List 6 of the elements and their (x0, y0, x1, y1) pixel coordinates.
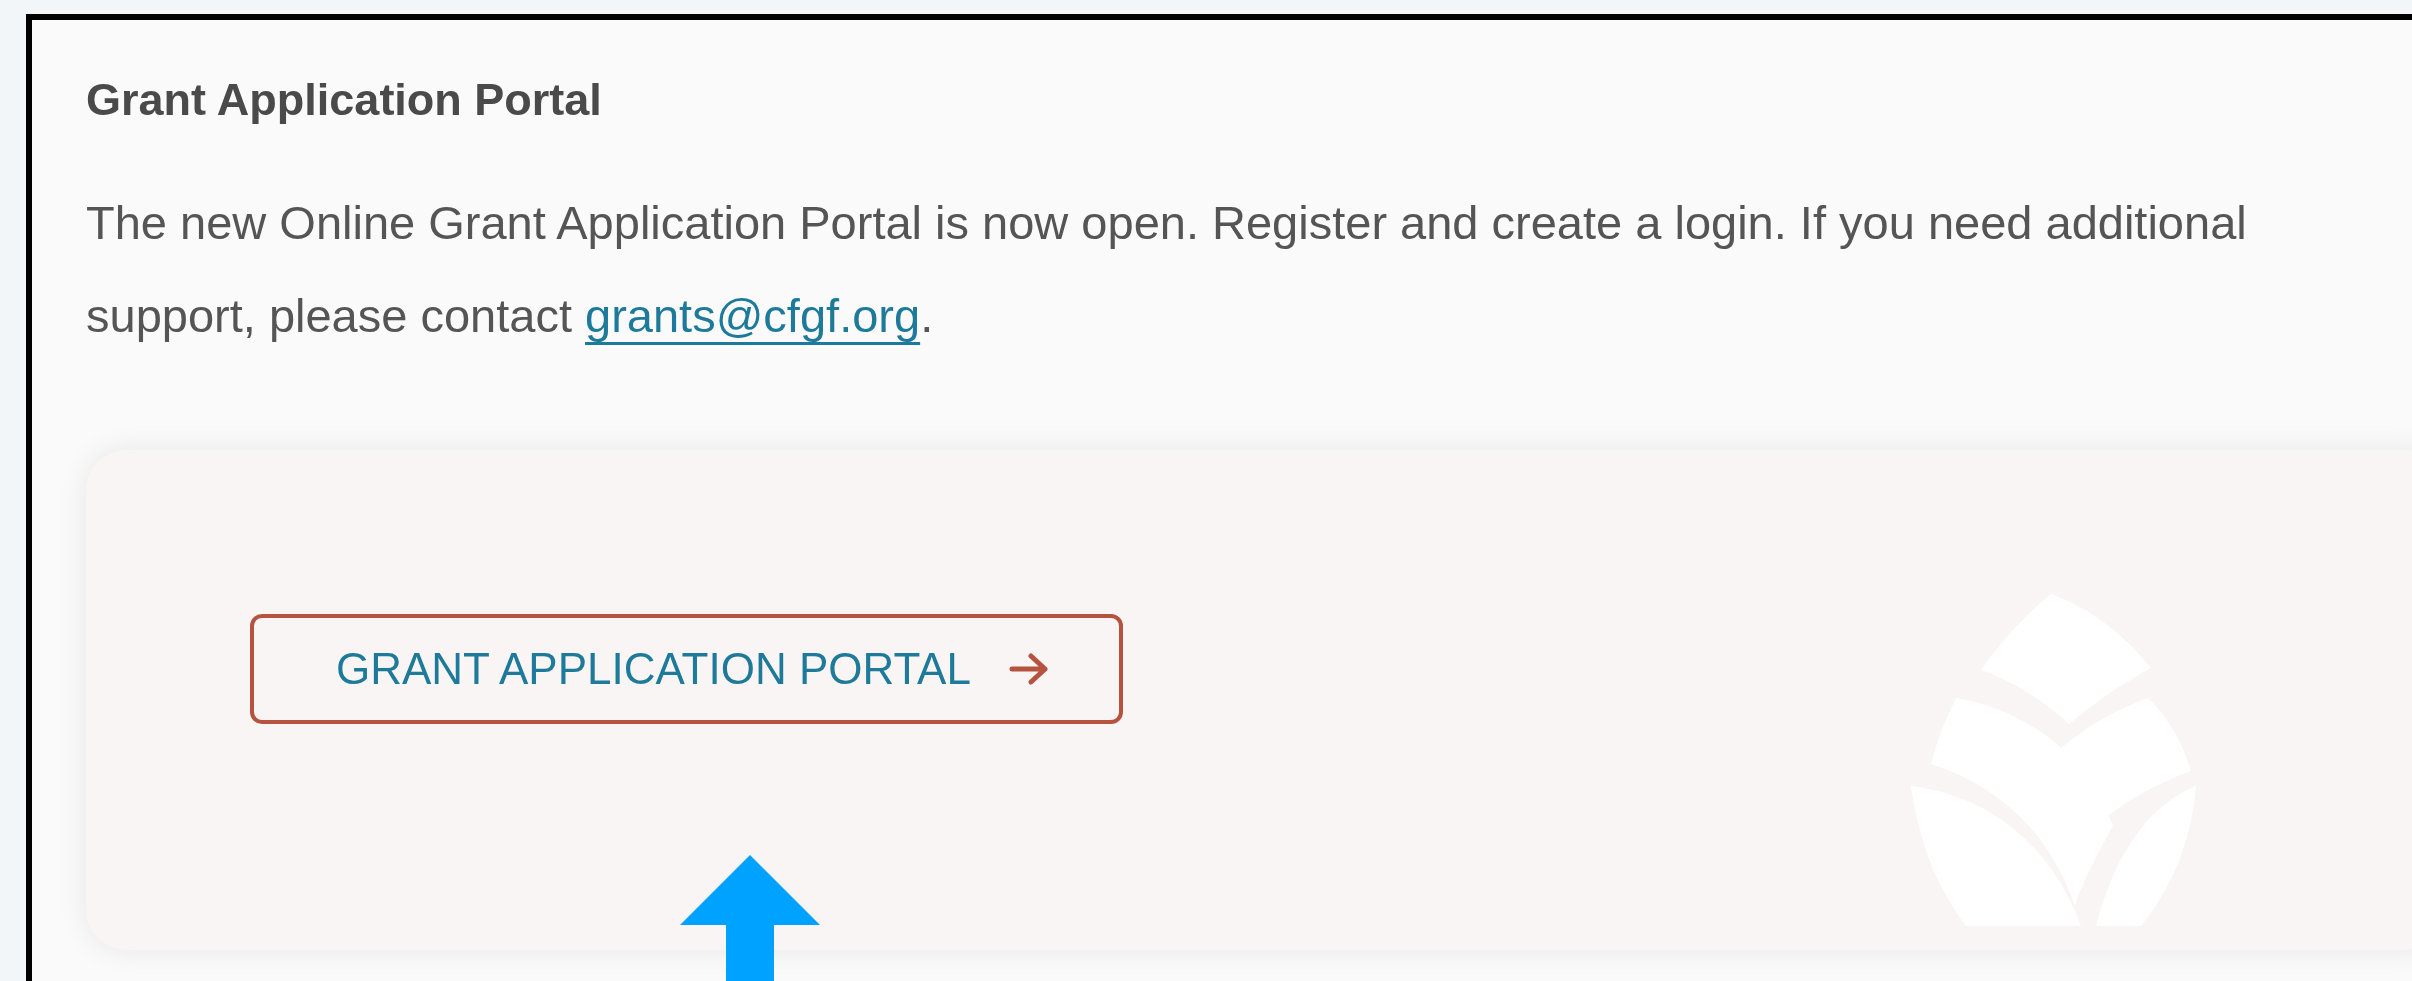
arrow-right-icon (1008, 652, 1049, 686)
portal-button[interactable]: GRANT APPLICATION PORTAL (250, 614, 1123, 724)
up-arrow-icon (680, 855, 820, 981)
email-link[interactable]: grants@cfgf.org (585, 289, 921, 342)
intro-paragraph: The new Online Grant Application Portal is now open. Register and create a login. If you need additional support, please contact grants@cfgf.org. (86, 195, 2248, 344)
section-heading: Grant Application Portal (86, 73, 602, 127)
